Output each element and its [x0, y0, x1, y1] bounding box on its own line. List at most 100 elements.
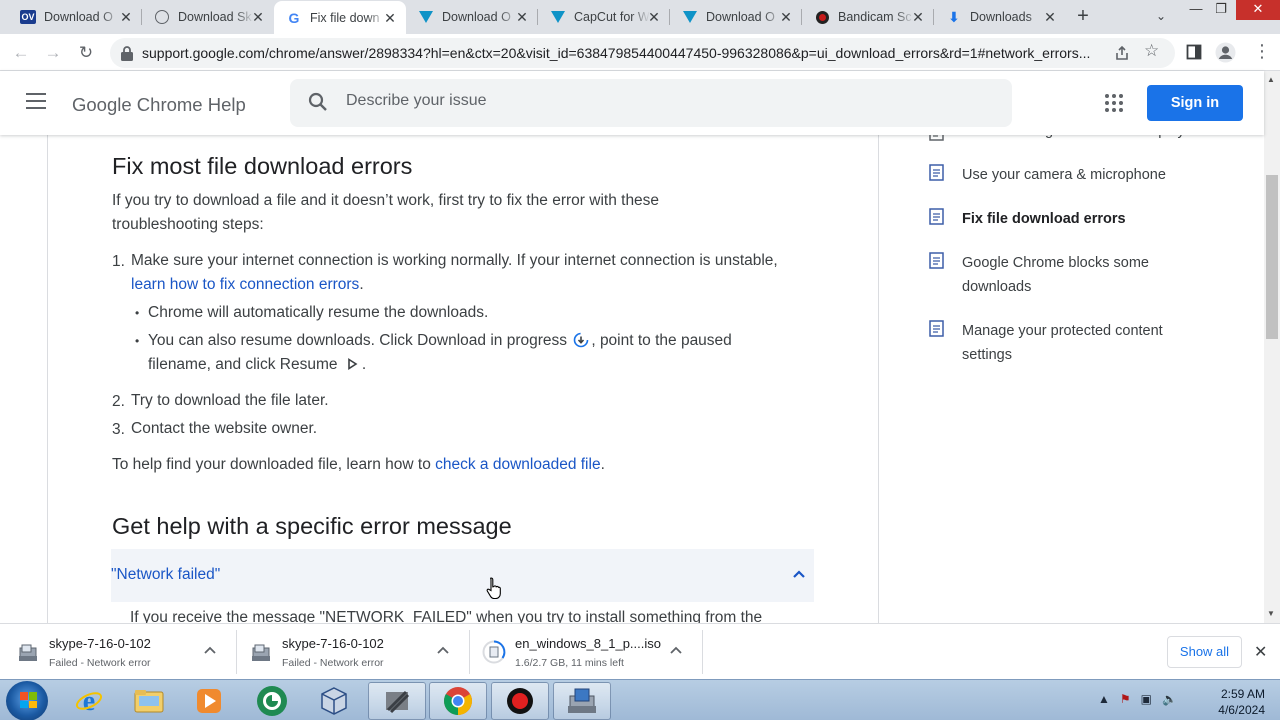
step-number: 2. [112, 393, 125, 410]
close-window-icon[interactable]: ✕ [1236, 0, 1280, 20]
tab-fix-file-downloads[interactable]: G Fix file down ✕ [274, 1, 406, 34]
tab-capcut[interactable]: CapCut for W ✕ [538, 0, 670, 34]
step-1-text: Make sure your internet connection is wo… [131, 249, 791, 297]
show-all-downloads-button[interactable]: Show all [1167, 636, 1242, 668]
close-icon[interactable]: ✕ [1254, 642, 1267, 662]
network-icon[interactable]: ▣ [1141, 692, 1152, 706]
page-scrollbar[interactable]: ▲ ▼ [1264, 71, 1280, 623]
close-icon[interactable]: ✕ [1042, 9, 1058, 25]
media-player-icon [197, 689, 221, 713]
chevron-up-icon[interactable] [204, 646, 216, 654]
taskbar-media-player[interactable] [180, 682, 238, 720]
article-icon [929, 252, 944, 269]
share-icon[interactable] [1114, 45, 1130, 61]
tab-download-ov[interactable]: OV Download O ✕ [8, 0, 142, 34]
step-1-text-a: Make sure your internet connection is wo… [131, 252, 778, 269]
reload-icon[interactable]: ↻ [73, 40, 99, 66]
close-icon[interactable]: ✕ [910, 9, 926, 25]
search-icon[interactable] [308, 92, 328, 112]
close-icon[interactable]: ✕ [514, 9, 530, 25]
accordion-title[interactable]: "Network failed" [111, 566, 220, 584]
section-heading-fix-errors: Fix most file download errors [112, 153, 413, 179]
tab-title: Download O [442, 10, 511, 24]
tab-download-skype[interactable]: Download Sk ✕ [142, 0, 274, 34]
scroll-down-arrow-icon[interactable]: ▼ [1267, 609, 1275, 618]
chevron-up-icon[interactable] [792, 569, 806, 579]
network-failed-accordion[interactable]: "Network failed" [111, 549, 814, 602]
taskbar-camtasia[interactable] [243, 682, 301, 720]
site-title[interactable]: Google Chrome Help [72, 94, 246, 116]
download-item[interactable]: skype-7-16-0-102 Failed - Network error [233, 630, 467, 674]
taskbar-file-explorer[interactable] [120, 682, 178, 720]
step-number: 3. [112, 421, 125, 438]
connection-errors-link[interactable]: learn how to fix connection errors [131, 276, 359, 293]
forward-icon[interactable]: → [40, 40, 66, 66]
ov-icon: OV [20, 10, 36, 24]
url-text: support.google.com/chrome/answer/2898334… [142, 45, 1091, 61]
close-icon[interactable]: ✕ [250, 9, 266, 25]
lock-icon[interactable] [120, 45, 134, 61]
bullet: • [135, 306, 140, 320]
download-progress-ring-icon [482, 640, 506, 664]
close-icon[interactable]: ✕ [646, 9, 662, 25]
help-search-box[interactable] [290, 79, 1012, 127]
action-center-flag-icon[interactable]: ⚑ [1120, 692, 1131, 706]
close-icon[interactable]: ✕ [118, 9, 134, 25]
article-icon [929, 164, 944, 181]
tab-download-o-2[interactable]: Download O ✕ [406, 0, 538, 34]
show-hidden-icons-icon[interactable]: ▲ [1098, 692, 1110, 706]
chevron-up-icon[interactable] [437, 646, 449, 654]
menu-kebab-icon[interactable]: ⋮ [1253, 41, 1271, 62]
google-icon: G [288, 9, 300, 26]
bullet: • [135, 334, 140, 348]
new-tab-button[interactable]: + [1072, 5, 1094, 27]
tools-icon [386, 690, 410, 714]
sidebar-item-label: Manage your protected content settings [962, 323, 1163, 363]
taskbar-bandicam[interactable] [491, 682, 549, 720]
taskbar-virtualbox[interactable] [305, 682, 363, 720]
chevron-up-icon[interactable] [670, 646, 682, 654]
tab-title: Downloads [970, 10, 1032, 24]
back-icon[interactable]: ← [8, 40, 34, 66]
tab-download-o-3[interactable]: Download O ✕ [670, 0, 802, 34]
step-2-text: Try to download the file later. [131, 392, 329, 409]
restore-icon[interactable]: ❐ [1208, 0, 1234, 20]
sign-in-button[interactable]: Sign in [1147, 85, 1243, 121]
taskbar-chrome[interactable] [429, 682, 487, 720]
download-item[interactable]: skype-7-16-0-102 Failed - Network error [0, 630, 234, 674]
step-3-text: Contact the website owner. [131, 420, 318, 437]
scroll-up-arrow-icon[interactable]: ▲ [1267, 75, 1275, 84]
minimize-icon[interactable]: — [1183, 0, 1209, 20]
hamburger-menu-icon[interactable] [26, 93, 46, 109]
tab-strip: OV Download O ✕ Download Sk ✕ G Fix file… [0, 0, 1280, 34]
download-item[interactable]: en_windows_8_1_p....iso 1.6/2.7 GB, 11 m… [466, 630, 700, 674]
side-panel-icon[interactable] [1186, 44, 1202, 60]
system-clock[interactable]: 2:59 AM 4/6/2024 [1195, 686, 1265, 718]
sidebar-item-label: Fix file download errors [962, 211, 1126, 227]
volume-muted-icon[interactable]: 🔈 [1162, 692, 1177, 706]
taskbar-installer[interactable] [553, 682, 611, 720]
google-apps-icon[interactable] [1105, 94, 1123, 112]
address-bar[interactable]: support.google.com/chrome/answer/2898334… [110, 38, 1175, 68]
download-status: 1.6/2.7 GB, 11 mins left [515, 657, 624, 669]
chrome-icon [444, 687, 472, 715]
download-status: Failed - Network error [282, 657, 384, 669]
tab-search-icon[interactable]: ⌄ [1151, 6, 1171, 26]
close-icon[interactable]: ✕ [778, 9, 794, 25]
tab-bandicam[interactable]: Bandicam Sc ✕ [802, 0, 934, 34]
bookmark-star-icon[interactable]: ☆ [1144, 41, 1159, 61]
capcut-icon [550, 9, 566, 25]
taskbar-internet-explorer[interactable]: e [60, 682, 118, 720]
close-icon[interactable]: ✕ [382, 10, 398, 26]
taskbar-tool-app[interactable] [368, 682, 426, 720]
check-downloaded-file-link[interactable]: check a downloaded file [435, 456, 600, 473]
windows-logo-icon [20, 692, 37, 708]
profile-avatar-icon[interactable] [1215, 42, 1236, 63]
search-input[interactable] [346, 92, 946, 110]
download-filename: skype-7-16-0-102 [282, 636, 384, 651]
tab-downloads[interactable]: ⬇ Downloads ✕ [934, 0, 1066, 34]
capcut-icon [682, 9, 698, 25]
scrollbar-thumb[interactable] [1266, 175, 1278, 339]
sidebar-item-label: Fix videos & games that won't play [962, 135, 1192, 143]
start-button[interactable] [6, 681, 48, 720]
